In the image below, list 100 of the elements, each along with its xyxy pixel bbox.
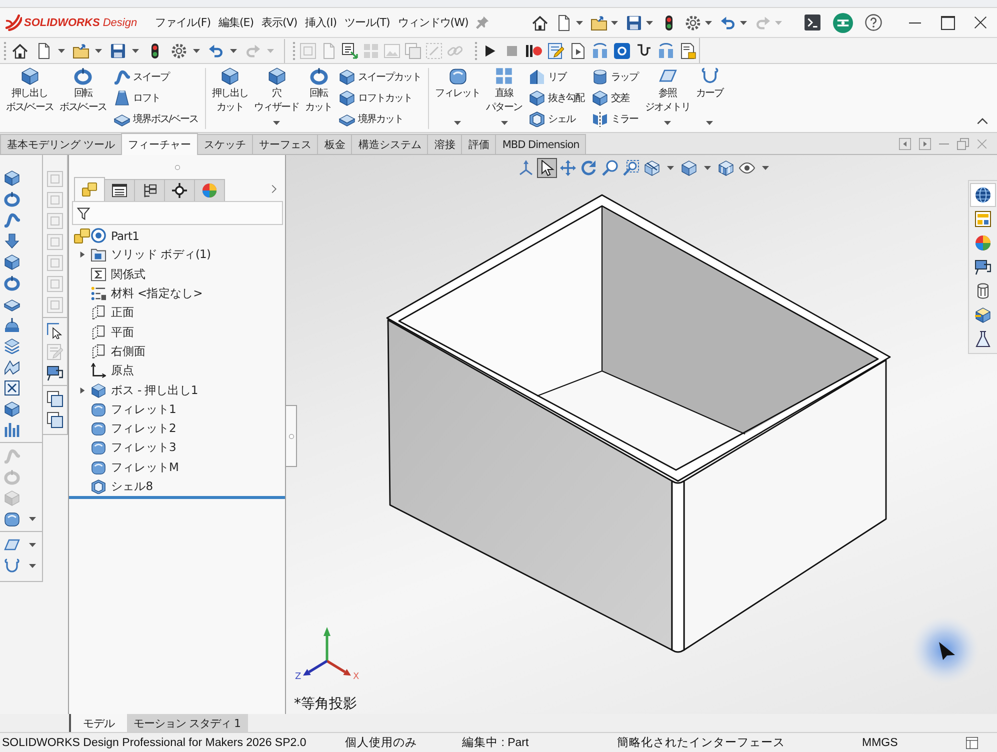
ring-icon[interactable] bbox=[4, 190, 20, 206]
document-icon[interactable] bbox=[570, 42, 586, 58]
crosshair-icon[interactable] bbox=[172, 183, 187, 198]
command-tab[interactable]: MBD Dimension bbox=[495, 134, 586, 154]
u-curve-icon[interactable] bbox=[700, 67, 719, 85]
cube-icon[interactable] bbox=[20, 67, 39, 85]
terminal-icon[interactable] bbox=[804, 14, 821, 31]
cube-icon[interactable] bbox=[4, 170, 20, 186]
command-tab[interactable]: 基本モデリング ツール bbox=[0, 134, 122, 154]
command-tab[interactable]: 溶接 bbox=[427, 134, 462, 154]
command-tab[interactable]: フィーチャー bbox=[120, 133, 198, 155]
caret-icon[interactable] bbox=[500, 121, 508, 125]
command-button[interactable]: 境界ボス/ベース bbox=[114, 108, 198, 129]
minimize-icon[interactable] bbox=[908, 22, 920, 24]
color-sphere-icon[interactable] bbox=[975, 235, 991, 251]
cube-arrow-icon[interactable] bbox=[975, 307, 991, 323]
command-tab[interactable]: スケッチ bbox=[196, 134, 253, 154]
caret-icon[interactable] bbox=[704, 166, 711, 170]
tile-icon[interactable] bbox=[614, 42, 630, 58]
caret-icon[interactable] bbox=[273, 121, 280, 125]
cursor-frame-icon[interactable] bbox=[47, 322, 63, 338]
command-button[interactable]: フィレット bbox=[432, 66, 484, 130]
caret-icon[interactable] bbox=[132, 48, 139, 52]
down-arrow-icon[interactable] bbox=[4, 232, 20, 248]
cube-icon[interactable] bbox=[268, 67, 286, 85]
menu-item[interactable]: ファイル(F) bbox=[151, 12, 214, 33]
panel-tab[interactable] bbox=[134, 179, 165, 201]
arch-bars-icon[interactable] bbox=[658, 42, 674, 58]
command-button[interactable]: 回転カット bbox=[302, 66, 336, 130]
expander-icon[interactable] bbox=[78, 251, 86, 258]
play-icon[interactable] bbox=[484, 44, 496, 56]
menu-item[interactable]: 編集(E) bbox=[214, 12, 258, 33]
s-curve-icon[interactable] bbox=[4, 212, 20, 228]
command-tab[interactable]: 構造システム bbox=[351, 134, 428, 154]
gear-icon[interactable] bbox=[171, 42, 187, 58]
command-button[interactable]: ロフト bbox=[114, 87, 198, 108]
tree-item[interactable]: 関係式 bbox=[69, 264, 146, 284]
caret-icon[interactable] bbox=[58, 48, 65, 52]
menu-item[interactable]: 表示(V) bbox=[258, 12, 302, 33]
model-tab[interactable]: モデル bbox=[71, 714, 126, 732]
command-button[interactable]: 交差 bbox=[592, 87, 638, 108]
command-button[interactable]: 押し出しカット bbox=[209, 66, 252, 130]
caret-icon[interactable] bbox=[29, 516, 36, 520]
flask-icon[interactable] bbox=[975, 331, 991, 347]
tree-item[interactable]: 原点 bbox=[69, 361, 134, 380]
monitor-icon[interactable] bbox=[975, 259, 991, 275]
cube-icon[interactable] bbox=[221, 67, 240, 85]
tree-item[interactable]: フィレットM bbox=[69, 458, 179, 477]
property-list-icon[interactable] bbox=[112, 183, 127, 198]
command-button[interactable]: 回転ボス/ベース bbox=[56, 66, 110, 130]
document-icon[interactable] bbox=[556, 14, 572, 30]
s-curve-icon[interactable] bbox=[114, 68, 130, 84]
caret-icon[interactable] bbox=[706, 121, 714, 125]
edit-document-icon[interactable] bbox=[548, 42, 564, 58]
tree-item[interactable]: シェル8 bbox=[69, 476, 153, 496]
caret-icon[interactable] bbox=[29, 564, 36, 568]
box-arrow-icon[interactable] bbox=[342, 42, 358, 58]
arch-bars-icon[interactable] bbox=[592, 42, 608, 58]
command-button[interactable]: ミラー bbox=[592, 108, 638, 129]
caret-icon[interactable] bbox=[611, 20, 618, 24]
caret-icon[interactable] bbox=[576, 20, 583, 24]
caret-icon[interactable] bbox=[29, 542, 36, 546]
tree-structure-icon[interactable] bbox=[142, 183, 157, 198]
trapezoid-icon[interactable] bbox=[114, 90, 130, 106]
rounded-square-icon[interactable] bbox=[4, 510, 20, 526]
monitor-icon[interactable] bbox=[47, 364, 63, 380]
bars-icon[interactable] bbox=[4, 422, 20, 438]
command-button[interactable]: 境界カット bbox=[339, 108, 422, 129]
caret-icon[interactable] bbox=[646, 20, 653, 24]
caret-icon[interactable] bbox=[193, 48, 200, 52]
command-tab[interactable]: 評価 bbox=[461, 134, 496, 154]
next-window-icon[interactable] bbox=[919, 138, 931, 150]
rounded-square-icon[interactable] bbox=[448, 67, 467, 85]
command-button[interactable]: リブ bbox=[529, 66, 584, 87]
menu-item[interactable]: ウィンドウ(W) bbox=[394, 12, 472, 33]
blocks-icon[interactable] bbox=[82, 182, 97, 197]
color-wheel-icon[interactable] bbox=[202, 183, 217, 198]
command-button[interactable]: カーブ bbox=[693, 66, 726, 130]
menu-item[interactable]: 挿入(I) bbox=[301, 12, 340, 33]
chevron-up-icon[interactable] bbox=[977, 118, 988, 125]
library-panel-icon[interactable] bbox=[975, 211, 991, 227]
model-tab[interactable]: モーション スタディ 1 bbox=[126, 714, 248, 732]
tree-item[interactable]: 右側面 bbox=[69, 342, 146, 362]
folder-icon[interactable] bbox=[591, 14, 607, 30]
stacked-frames-icon[interactable] bbox=[47, 390, 63, 406]
caret-icon[interactable] bbox=[230, 48, 237, 52]
stacked-frames-icon[interactable] bbox=[47, 412, 63, 428]
curved-arrow-icon[interactable] bbox=[720, 14, 736, 30]
chevron-right-icon[interactable] bbox=[269, 184, 279, 194]
caret-icon[interactable] bbox=[705, 20, 712, 24]
tree-item[interactable]: 平面 bbox=[69, 322, 134, 342]
gear-icon[interactable] bbox=[685, 14, 701, 30]
tree-item[interactable]: 材料 <指定なし> bbox=[69, 284, 202, 304]
tree-item[interactable]: ボス - 押し出し1 bbox=[69, 380, 198, 400]
dome-icon[interactable] bbox=[4, 316, 20, 332]
home-icon[interactable] bbox=[532, 14, 548, 30]
hexagon-icon[interactable] bbox=[529, 110, 546, 126]
globe-icon[interactable] bbox=[975, 187, 991, 203]
filter-field[interactable] bbox=[72, 201, 283, 225]
command-button[interactable]: 直線パターン bbox=[483, 66, 526, 130]
